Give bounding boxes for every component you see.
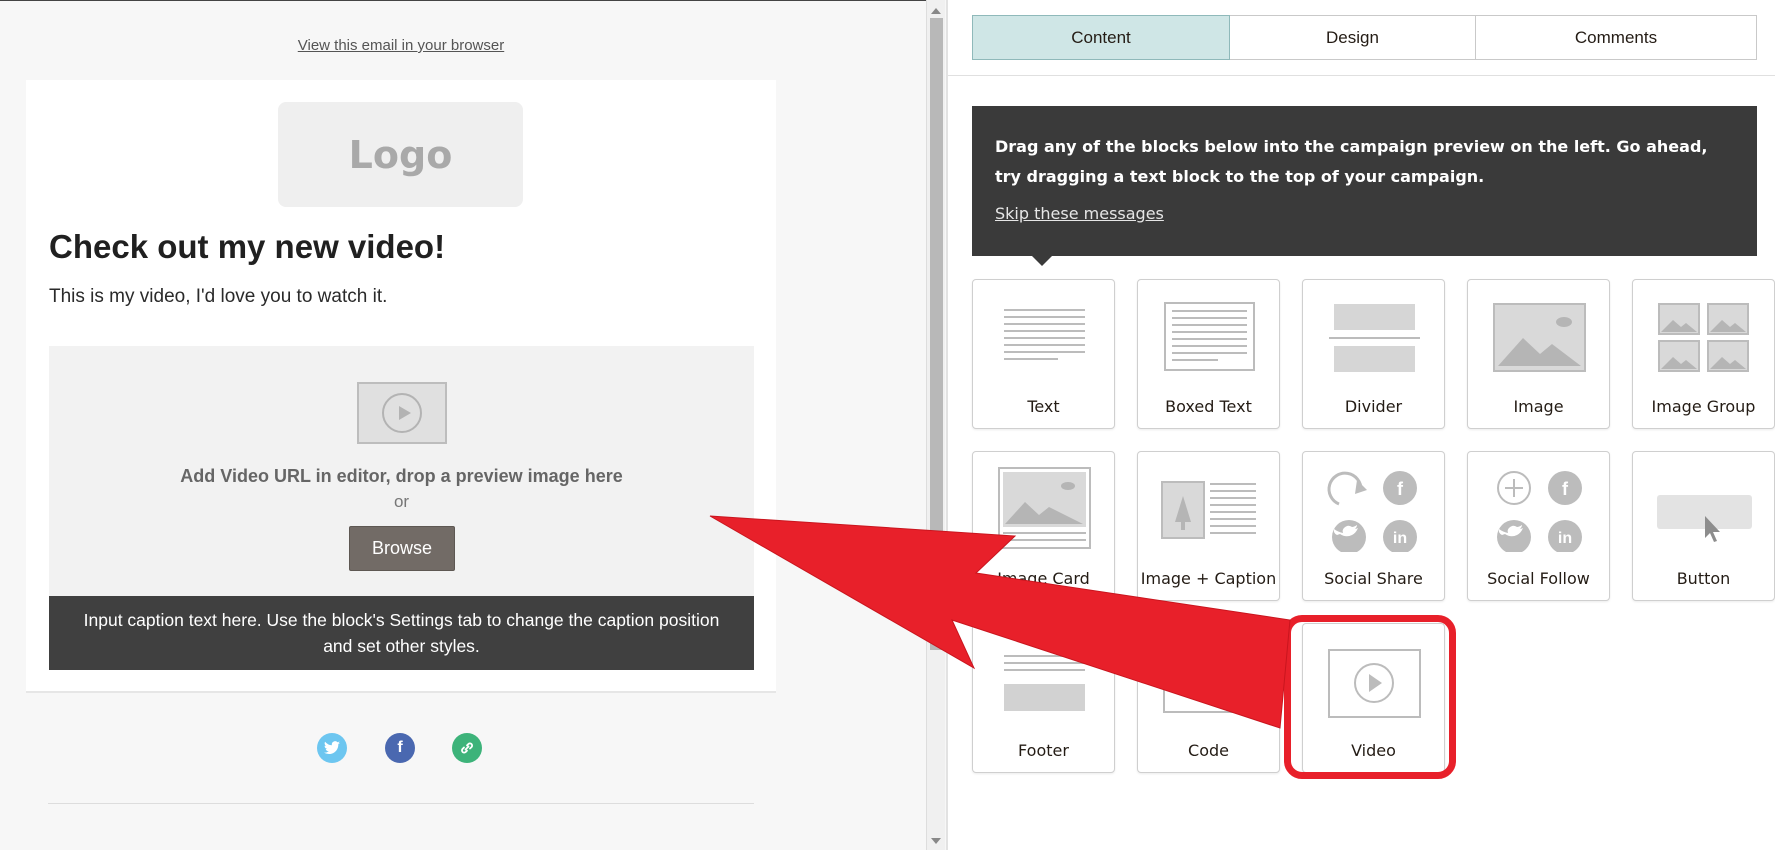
block-label: Boxed Text — [1165, 397, 1252, 416]
svg-text:in: in — [1558, 530, 1572, 547]
block-label: Code — [1188, 741, 1229, 760]
divider-block-icon — [1329, 304, 1420, 372]
divider — [48, 803, 754, 804]
block-label: Social Share — [1324, 569, 1423, 588]
svg-text:f: f — [1562, 479, 1569, 499]
text-block-icon — [1004, 309, 1085, 360]
block-label: Image — [1513, 397, 1564, 416]
block-image-caption[interactable]: Image + Caption — [1137, 451, 1280, 601]
block-label: Button — [1676, 569, 1731, 588]
image-block-icon — [1493, 303, 1586, 372]
tip-message: Drag any of the blocks below into the ca… — [972, 106, 1757, 266]
block-button[interactable]: Button — [1632, 451, 1775, 601]
video-block[interactable]: Add Video URL in editor, drop a preview … — [49, 346, 754, 596]
divider — [26, 691, 776, 693]
link-icon[interactable] — [452, 733, 482, 763]
email-body-text[interactable]: This is my video, I'd love you to watch … — [49, 286, 387, 308]
block-label: Image Card — [997, 569, 1090, 588]
video-placeholder-icon — [357, 382, 447, 444]
block-divider[interactable]: Divider — [1302, 279, 1445, 429]
tab-design[interactable]: Design — [1230, 15, 1476, 60]
footer-block-icon — [1004, 655, 1085, 711]
scroll-up-icon[interactable] — [931, 8, 941, 14]
video-caption[interactable]: Input caption text here. Use the block's… — [49, 596, 754, 670]
block-social-follow[interactable]: f in Social Follow — [1467, 451, 1610, 601]
video-instruction: Add Video URL in editor, drop a preview … — [180, 466, 623, 486]
svg-text:f: f — [1397, 479, 1404, 499]
block-social-share[interactable]: f in Social Share — [1302, 451, 1445, 601]
block-text[interactable]: Text — [972, 279, 1115, 429]
block-image-card[interactable]: Image Card — [972, 451, 1115, 601]
tab-comments[interactable]: Comments — [1476, 15, 1757, 60]
logo-placeholder[interactable]: Logo — [278, 102, 523, 207]
block-label: Divider — [1344, 397, 1403, 416]
boxed-text-block-icon — [1164, 302, 1255, 371]
button-block-icon — [1657, 495, 1752, 542]
svg-text:in: in — [1393, 530, 1407, 547]
code-block-icon: </> — [1163, 649, 1256, 713]
email-heading[interactable]: Check out my new video! — [49, 228, 445, 266]
tip-pointer — [1032, 256, 1052, 266]
block-code[interactable]: </> Code — [1137, 623, 1280, 773]
tab-content[interactable]: Content — [972, 15, 1230, 60]
facebook-icon[interactable]: f — [385, 733, 415, 763]
block-image-group[interactable]: Image Group — [1632, 279, 1775, 429]
block-image[interactable]: Image — [1467, 279, 1610, 429]
preview-scrollbar[interactable] — [926, 0, 945, 850]
panel-tabs: Content Design Comments — [972, 15, 1757, 60]
browse-button[interactable]: Browse — [349, 526, 455, 571]
video-or-text: or — [393, 492, 410, 511]
image-card-block-icon — [998, 467, 1091, 549]
block-label: Image + Caption — [1140, 569, 1277, 588]
tip-text: Drag any of the blocks below into the ca… — [995, 137, 1708, 186]
image-group-block-icon — [1658, 303, 1749, 372]
block-label: Footer — [1018, 741, 1069, 760]
twitter-icon[interactable] — [317, 733, 347, 763]
block-label: Image Group — [1651, 397, 1756, 416]
email-preview: View this email in your browser Logo Che… — [0, 0, 926, 850]
social-follow-block-icon: f in — [1497, 471, 1582, 552]
scroll-thumb[interactable] — [930, 18, 943, 650]
view-in-browser-link[interactable]: View this email in your browser — [0, 37, 802, 54]
divider — [948, 75, 1775, 76]
skip-messages-link[interactable]: Skip these messages — [995, 204, 1164, 223]
block-footer[interactable]: Footer — [972, 623, 1115, 773]
email-card: Logo Check out my new video! This is my … — [26, 80, 776, 691]
social-share-block-icon: f in — [1327, 471, 1417, 552]
svg-text:</>: </> — [1189, 669, 1229, 694]
block-label: Social Follow — [1487, 569, 1590, 588]
block-boxed-text[interactable]: Boxed Text — [1137, 279, 1280, 429]
scroll-down-icon[interactable] — [931, 838, 941, 844]
image-caption-block-icon — [1161, 481, 1256, 539]
video-block-highlight — [1284, 615, 1456, 779]
block-label: Text — [1027, 397, 1060, 416]
